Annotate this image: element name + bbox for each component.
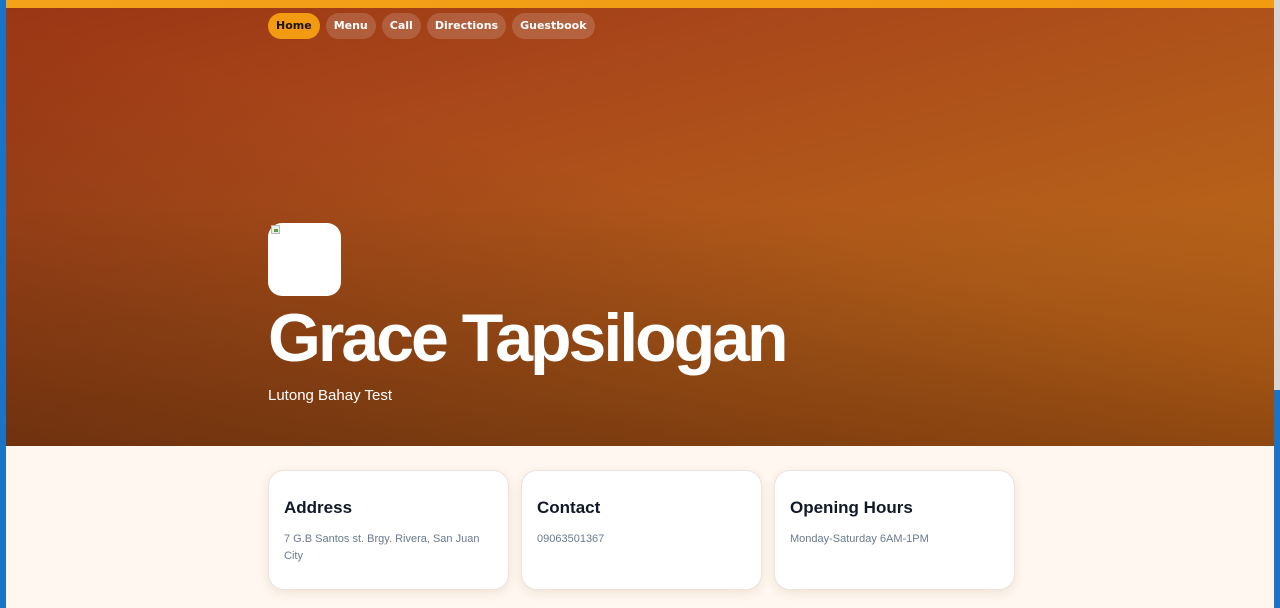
nav-call[interactable]: Call [381,13,421,39]
contact-card-title: Contact [537,498,601,517]
nav-home[interactable]: Home [268,13,320,39]
address-card-title: Address [284,498,353,517]
vertical-scrollbar[interactable] [1274,0,1280,390]
nav-menu[interactable]: Menu [325,13,376,39]
restaurant-logo [268,223,341,296]
restaurant-name: Grace Tapsilogan [268,300,789,376]
restaurant-tagline: Lutong Bahay Test [268,387,392,404]
nav-guestbook[interactable]: Guestbook [512,13,595,39]
hero-banner [6,8,1274,446]
nav-directions[interactable]: Directions [426,13,507,39]
main-nav: Home Menu Call Directions Guestbook [268,13,595,39]
contact-phone[interactable]: 09063501367 [537,531,746,548]
address-text: 7 G.B Santos st. Brgy. Rivera, San Juan … [284,533,480,562]
address-card: Address 7 G.B Santos st. Brgy. Rivera, S… [268,470,509,590]
info-cards: Address 7 G.B Santos st. Brgy. Rivera, S… [268,470,1015,590]
hours-text: Monday-Saturday 6AM-1PM [790,533,929,545]
hours-card: Opening Hours Monday-Saturday 6AM-1PM [774,470,1015,590]
page: Home Menu Call Directions Guestbook Grac… [6,0,1274,608]
hours-card-title: Opening Hours [790,498,913,517]
top-accent-bar [6,0,1274,8]
broken-image-icon [271,225,280,234]
contact-card: Contact 09063501367 [521,470,762,590]
